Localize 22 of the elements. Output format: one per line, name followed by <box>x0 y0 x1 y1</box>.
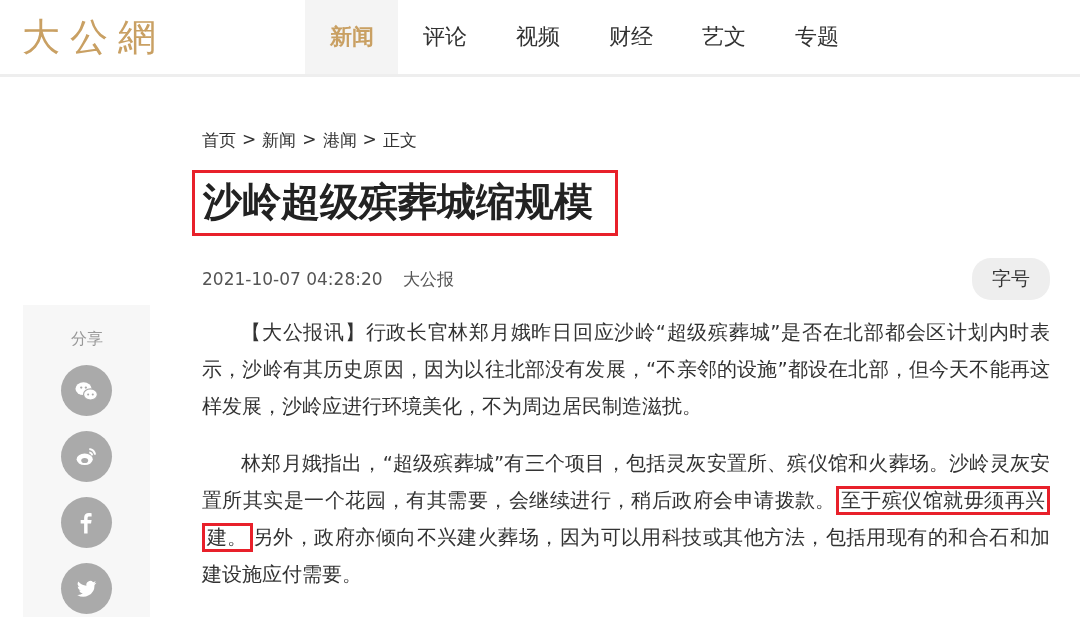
article-source: 大公报 <box>402 267 454 291</box>
article-paragraph: 林郑月娥指出，“超级殡葬城”有三个项目，包括灵灰安置所、殡仪馆和火葬场。沙岭灵灰安置所其实是一个花园，有其需要，会继续进行，稍后政府会申请拨款。 至于殡仪馆就毋须再兴建。 另外，政府亦倾向不兴建火葬场，因为可以用科技或其他方法，包括用现有的和合石和加建设施应付需要。 <box>202 451 1050 588</box>
wechat-share-button[interactable] <box>61 365 112 416</box>
share-label: 分享 <box>70 329 103 350</box>
nav-tab[interactable]: 视频 <box>491 0 584 74</box>
nav-tab[interactable]: 评论 <box>398 0 491 74</box>
breadcrumb-separator: > <box>242 129 257 151</box>
article-title: 沙岭超级殡葬城缩规模 <box>192 170 618 236</box>
facebook-share-button[interactable] <box>61 497 112 548</box>
breadcrumb-link[interactable]: 港闻 <box>322 129 357 152</box>
nav-tab[interactable]: 艺文 <box>677 0 770 74</box>
publish-date: 2021-10-07 04:28:20 <box>202 269 383 289</box>
nav-tab[interactable]: 财经 <box>584 0 677 74</box>
font-size-button[interactable]: 字号 <box>972 258 1050 300</box>
breadcrumb-link[interactable]: 新闻 <box>262 129 297 152</box>
breadcrumb-separator: > <box>302 129 317 151</box>
weibo-share-button[interactable] <box>61 431 112 482</box>
twitter-share-button[interactable] <box>61 563 112 614</box>
breadcrumb-separator: > <box>362 129 377 151</box>
nav-tab[interactable]: 专题 <box>770 0 863 74</box>
breadcrumb-link[interactable]: 首页 <box>202 129 236 152</box>
article-paragraph: 【大公报讯】行政长官林郑月娥昨日回应沙岭“超级殡葬城”是否在北部都会区计划内时表示，沙岭有其历史原因，因为以往北部没有发展，“不亲邻的设施”都设在北部，但今天不能再这样发展，沙岭应进行环境美化，不为周边居民制造滋扰。 <box>202 320 1050 420</box>
